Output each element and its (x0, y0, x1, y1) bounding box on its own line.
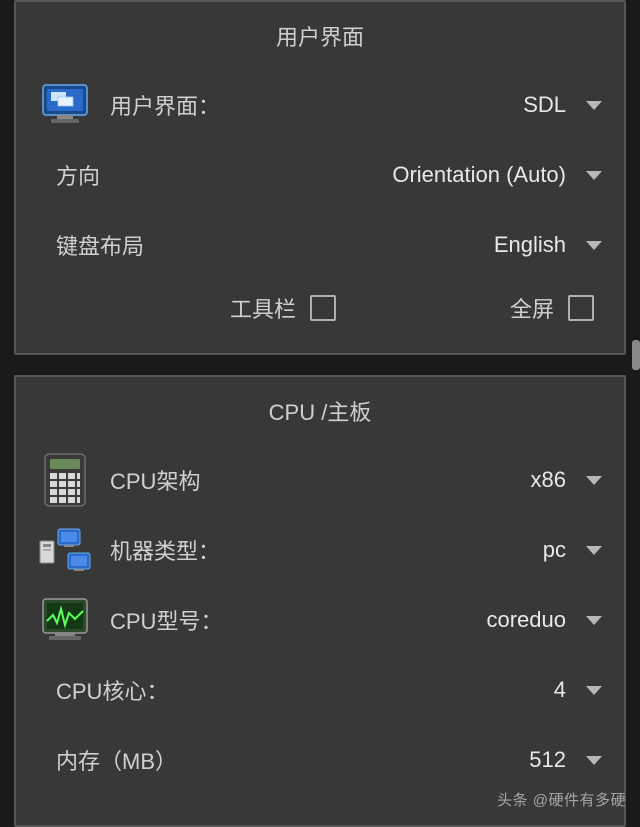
cpu-arch-value: x86 (531, 467, 566, 493)
scroll-indicator[interactable] (632, 340, 640, 370)
memory-row[interactable]: 内存（MB） 512 (56, 725, 602, 795)
cpu-cores-value: 4 (554, 677, 566, 703)
user-interface-row[interactable]: 用户界面： SDL (38, 70, 602, 140)
machine-type-value: pc (543, 537, 566, 563)
ui-checkboxes-row: 工具栏 全屏 (38, 280, 602, 335)
computer-network-icon (38, 523, 92, 577)
cpu-model-label: CPU型号： (110, 604, 222, 636)
chevron-down-icon (586, 171, 602, 180)
cpu-arch-label: CPU架构 (110, 464, 200, 496)
cpu-model-row[interactable]: CPU型号： coreduo (38, 585, 602, 655)
system-monitor-icon (38, 593, 92, 647)
keyboard-layout-label: 键盘布局 (56, 229, 144, 261)
fullscreen-checkbox-label: 全屏 (510, 292, 554, 324)
toolbar-checkbox-label: 工具栏 (230, 292, 296, 324)
chevron-down-icon (586, 756, 602, 765)
machine-type-row[interactable]: 机器类型： pc (38, 515, 602, 585)
ui-section: 用户界面 用户界面： SDL 方向 Orientation (Auto) 键盘布… (14, 0, 626, 355)
toolbar-checkbox[interactable] (310, 295, 336, 321)
fullscreen-checkbox[interactable] (568, 295, 594, 321)
cpu-cores-label: CPU核心： (56, 674, 168, 706)
cpu-cores-row[interactable]: CPU核心： 4 (56, 655, 602, 725)
keyboard-layout-value: English (494, 232, 566, 258)
fullscreen-checkbox-group[interactable]: 全屏 (510, 292, 594, 324)
memory-label: 内存（MB） (56, 744, 177, 776)
cpu-arch-row[interactable]: CPU架构 x86 (38, 445, 602, 515)
chevron-down-icon (586, 546, 602, 555)
chevron-down-icon (586, 616, 602, 625)
chevron-down-icon (586, 241, 602, 250)
watermark: 头条 @硬件有多硬 (497, 789, 626, 810)
user-interface-label: 用户界面： (110, 89, 220, 121)
toolbar-checkbox-group[interactable]: 工具栏 (230, 292, 336, 324)
chevron-down-icon (586, 476, 602, 485)
ui-section-title: 用户界面 (38, 20, 602, 52)
orientation-row[interactable]: 方向 Orientation (Auto) (56, 140, 602, 210)
monitor-icon (38, 78, 92, 132)
chevron-down-icon (586, 686, 602, 695)
chevron-down-icon (586, 101, 602, 110)
calculator-icon (38, 453, 92, 507)
machine-type-label: 机器类型： (110, 534, 220, 566)
cpu-model-value: coreduo (486, 607, 566, 633)
cpu-section-title: CPU /主板 (38, 395, 602, 427)
memory-value: 512 (529, 747, 566, 773)
user-interface-value: SDL (523, 92, 566, 118)
keyboard-layout-row[interactable]: 键盘布局 English (56, 210, 602, 280)
orientation-value: Orientation (Auto) (392, 162, 566, 188)
orientation-label: 方向 (56, 159, 100, 191)
cpu-section: CPU /主板 CPU架构 x86 (14, 375, 626, 827)
